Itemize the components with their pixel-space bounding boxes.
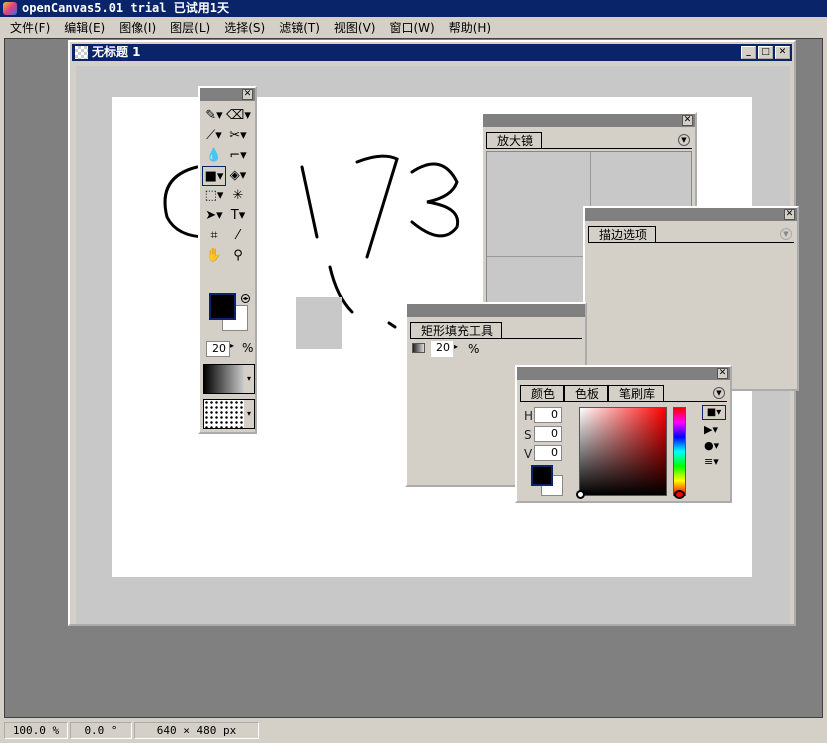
document-title-bar[interactable]: 无标题 1 _ □ ✕ (72, 44, 792, 61)
hue-handle[interactable] (674, 490, 685, 499)
menu-image[interactable]: 图像(I) (119, 19, 156, 36)
close-icon[interactable]: ✕ (717, 368, 728, 379)
eyedropper-tool-icon[interactable]: ⁄ (226, 226, 250, 246)
tab-rect-fill[interactable]: 矩形填充工具 (410, 322, 503, 338)
menu-help[interactable]: 帮助(H) (449, 19, 491, 36)
airbrush-tool-icon[interactable]: ✂▾ (226, 126, 250, 146)
app-title-bar: openCanvas5.01 trial 已试用1天 (0, 0, 827, 17)
close-icon[interactable]: ✕ (784, 209, 795, 220)
app-title: openCanvas5.01 trial 已试用1天 (22, 1, 229, 15)
opacity-percent: % (242, 341, 254, 355)
panel-menu-icon[interactable]: ▼ (713, 387, 725, 399)
color-mode-icon[interactable]: ■▾ (702, 405, 726, 420)
stroke (410, 162, 460, 238)
s-label: S (524, 428, 532, 442)
rect-fill-title-bar[interactable] (407, 304, 585, 317)
rect-fill-tool-icon[interactable]: ■▾ (202, 166, 226, 186)
menu-edit[interactable]: 编辑(E) (64, 19, 105, 36)
h-field[interactable]: 0 (534, 407, 562, 423)
rect-opacity-field[interactable]: 20 (431, 341, 453, 357)
toolbox-panel: ✕ ✎▾ ⌫▾ ⟋▾ ✂▾ 💧 ⌐▾ ■▾ ◈▾ ⬚▾ ✳ ➤▾ T▾ ⌗ ⁄ … (198, 86, 257, 434)
opacity-field[interactable]: 20 (206, 341, 230, 357)
magnifier-title-bar[interactable]: ✕ (483, 114, 695, 127)
status-zoom: 100.0 % (4, 722, 68, 739)
tab-stroke-options[interactable]: 描边选项 (588, 226, 657, 242)
status-size: 640 × 480 px (134, 722, 259, 739)
texture-selector[interactable]: ▾ (203, 399, 255, 429)
stroke (300, 165, 319, 239)
s-field[interactable]: 0 (534, 426, 562, 442)
foreground-color-swatch[interactable] (209, 293, 236, 320)
play-icon[interactable]: ▶▾ (704, 423, 718, 436)
saturation-value-picker[interactable] (576, 407, 667, 499)
tab-color[interactable]: 颜色 (520, 385, 565, 401)
document-icon (75, 46, 88, 59)
stroke (387, 321, 397, 329)
pencil-tool-icon[interactable]: ✎▾ (202, 106, 226, 126)
zoom-tool-icon[interactable]: ⚲ (226, 246, 250, 266)
list-icon[interactable]: ≡▾ (704, 455, 719, 468)
panel-menu-icon[interactable]: ▼ (678, 134, 690, 146)
menu-layer[interactable]: 图层(L) (170, 19, 210, 36)
stroke-title-bar[interactable]: ✕ (585, 208, 797, 221)
stroke-options-panel: ✕ 描边选项 ▼ (583, 206, 799, 391)
brush-tool-icon[interactable]: ⟋▾ (202, 126, 226, 146)
status-angle: 0.0 ° (70, 722, 132, 739)
smudge-tool-icon[interactable]: ⌐▾ (226, 146, 250, 166)
foreground-color-swatch[interactable] (531, 465, 553, 486)
menu-bar: 文件(F) 编辑(E) 图像(I) 图层(L) 选择(S) 滤镜(T) 视图(V… (0, 17, 827, 37)
minimize-button[interactable]: _ (741, 46, 756, 59)
crop-tool-icon[interactable]: ⌗ (202, 226, 226, 246)
hue-slider[interactable] (673, 407, 686, 499)
tab-swatches[interactable]: 色板 (564, 385, 609, 401)
color-title-bar[interactable]: ✕ (517, 367, 730, 380)
document-title: 无标题 1 (92, 45, 141, 59)
v-label: V (524, 447, 533, 461)
marquee-tool-icon[interactable]: ⬚▾ (202, 186, 226, 206)
text-tool-icon[interactable]: T▾ (226, 206, 250, 226)
stroke (355, 154, 399, 259)
rect-opacity-percent: % (468, 342, 480, 356)
panel-menu-icon[interactable]: ▼ (780, 228, 792, 240)
fill-mode-icon[interactable] (412, 343, 425, 353)
opacity-arrow-icon[interactable]: ▸ (454, 342, 458, 351)
close-icon[interactable]: ✕ (242, 89, 253, 100)
eraser-tool-icon[interactable]: ⌫▾ (226, 106, 251, 126)
hand-tool-icon[interactable]: ✋ (202, 246, 226, 266)
sphere-icon[interactable]: ●▾ (704, 439, 719, 452)
opacity-arrow-icon[interactable]: ▸ (230, 341, 234, 350)
menu-file[interactable]: 文件(F) (10, 19, 50, 36)
menu-select[interactable]: 选择(S) (224, 19, 265, 36)
menu-filter[interactable]: 滤镜(T) (279, 19, 320, 36)
app-icon (3, 2, 17, 15)
toolbox-title-bar[interactable]: ✕ (200, 88, 255, 101)
menu-view[interactable]: 视图(V) (334, 19, 376, 36)
filled-rect (296, 297, 342, 349)
color-panel: ✕ 颜色 色板 笔刷库 ▼ H 0 S 0 V 0 ■▾ ▶▾ ●▾ ≡▾ (515, 365, 732, 503)
swap-colors-icon[interactable]: ◂▸ (241, 294, 250, 303)
h-label: H (524, 409, 534, 423)
v-field[interactable]: 0 (534, 445, 562, 461)
tab-magnifier[interactable]: 放大镜 (486, 132, 543, 148)
move-tool-icon[interactable]: ➤▾ (202, 206, 226, 226)
close-icon[interactable]: ✕ (682, 115, 693, 126)
gradient-selector[interactable]: ▾ (203, 364, 255, 394)
maximize-button[interactable]: □ (758, 46, 773, 59)
bucket-tool-icon[interactable]: ◈▾ (226, 166, 250, 186)
blur-tool-icon[interactable]: 💧 (202, 146, 226, 166)
menu-window[interactable]: 窗口(W) (389, 19, 434, 36)
tab-brush-library[interactable]: 笔刷库 (608, 385, 665, 401)
close-button[interactable]: ✕ (775, 46, 790, 59)
picker-handle[interactable] (576, 490, 585, 499)
magic-wand-icon[interactable]: ✳ (226, 186, 250, 206)
